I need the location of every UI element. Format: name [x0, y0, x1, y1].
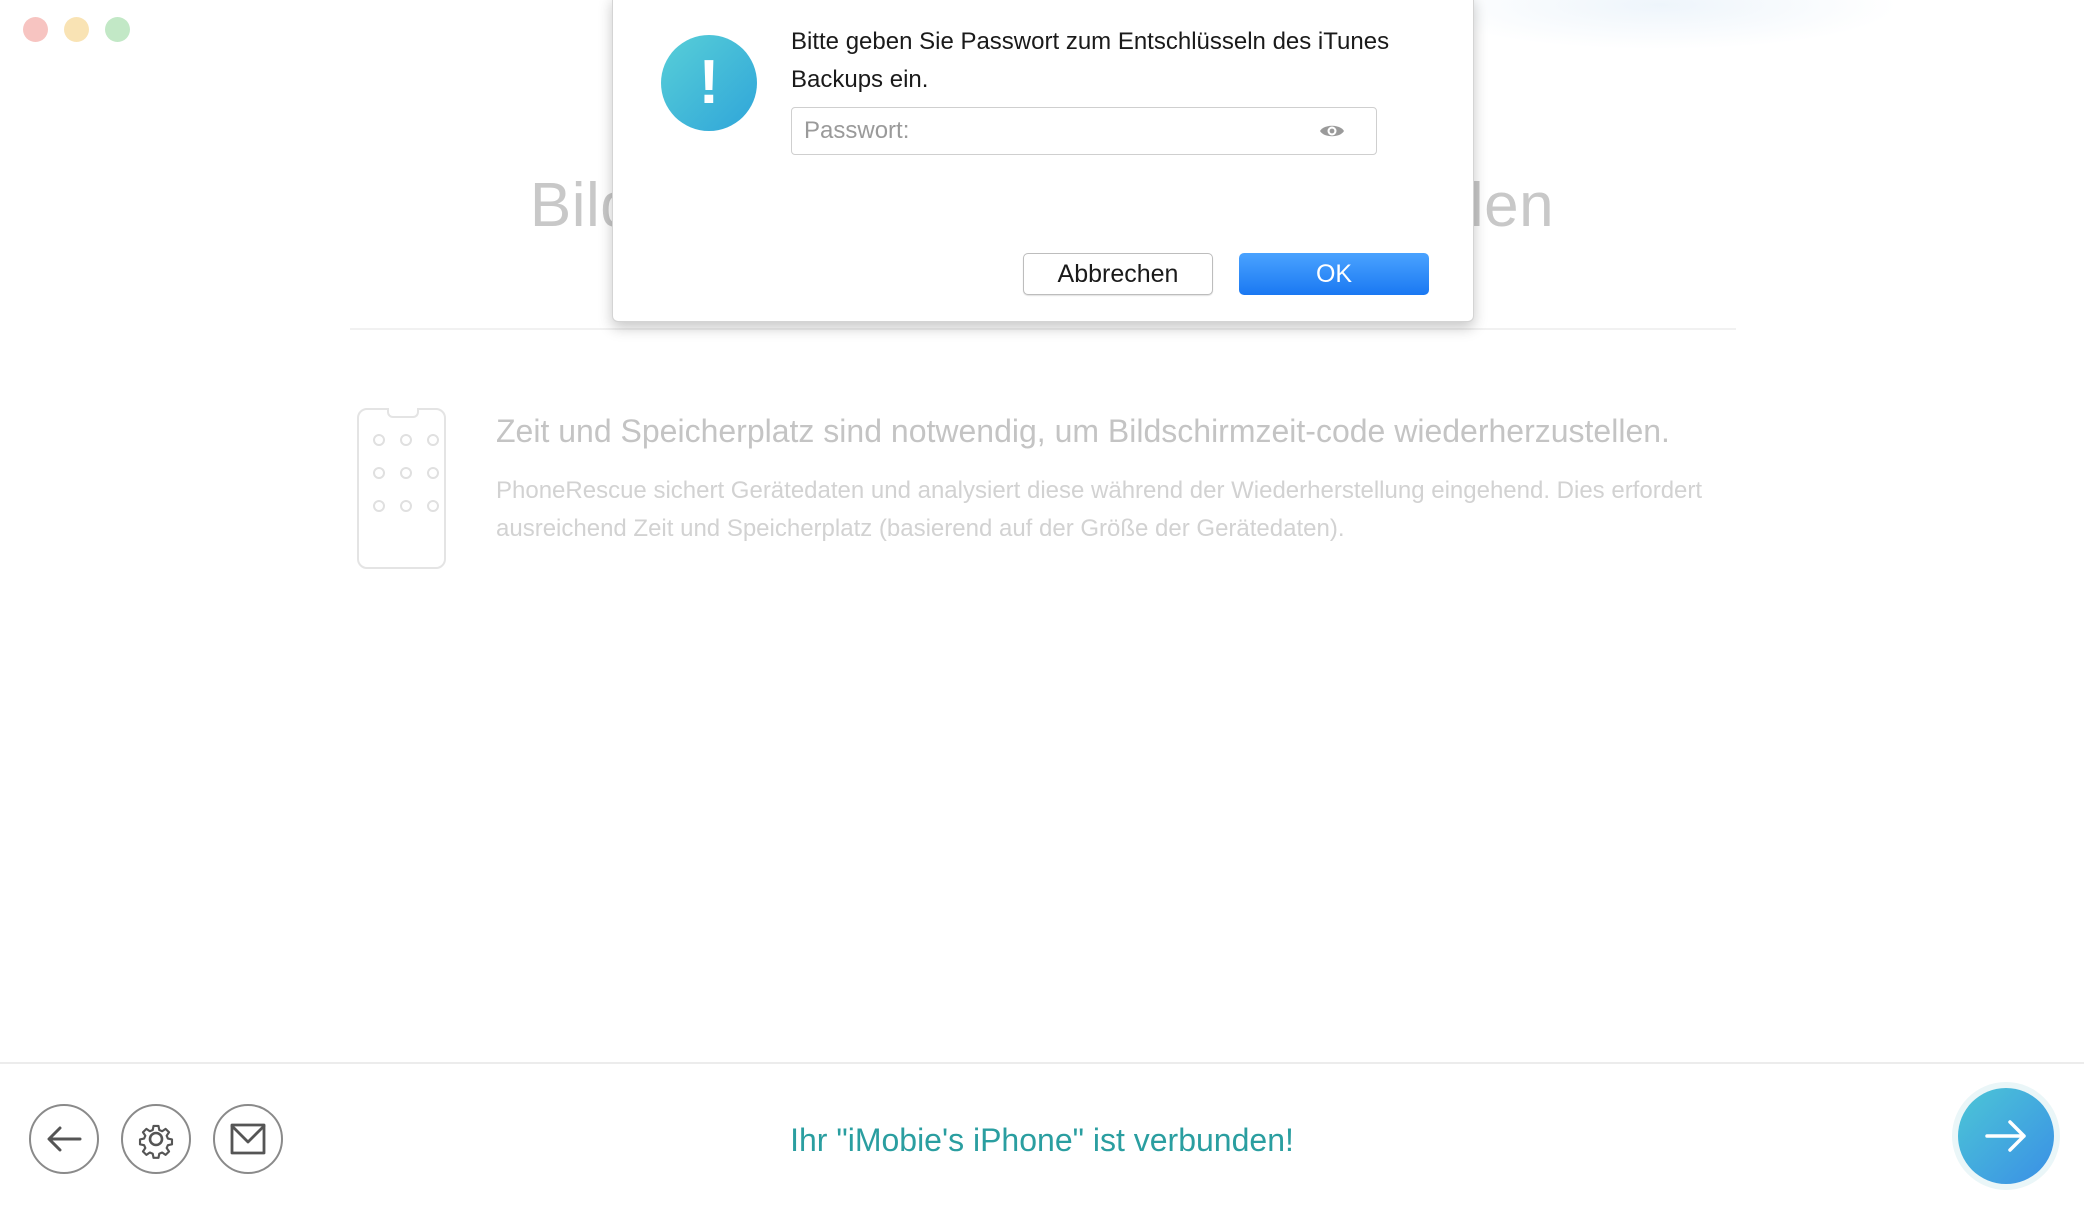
password-field[interactable]	[791, 107, 1377, 155]
footer-divider	[0, 1062, 2084, 1064]
arrow-right-icon	[1985, 1120, 2026, 1152]
info-description: PhoneRescue sichert Gerätedaten und anal…	[496, 477, 1703, 542]
info-title: Zeit und Speicherplatz sind notwendig, u…	[496, 413, 1670, 449]
connection-status: Ihr "iMobie's iPhone" ist verbunden!	[790, 1122, 1294, 1158]
password-input[interactable]	[792, 108, 1316, 154]
divider	[350, 328, 1736, 330]
close-window-button[interactable]	[23, 17, 48, 42]
ok-button[interactable]: OK	[1239, 253, 1429, 295]
minimize-window-button[interactable]	[64, 17, 89, 42]
zoom-window-button[interactable]	[105, 17, 130, 42]
next-button[interactable]	[1958, 1088, 2054, 1184]
decorative-glow	[1420, 0, 1900, 50]
dialog-message: Bitte geben Sie Passwort zum Entschlüsse…	[791, 28, 1390, 93]
window-controls	[23, 17, 130, 42]
cancel-button[interactable]: Abbrechen	[1023, 253, 1213, 295]
phone-illustration-icon	[357, 408, 446, 569]
exclamation-icon: !	[661, 35, 757, 131]
eye-icon[interactable]	[1318, 120, 1346, 142]
app-window: Bildschirmzeit-code wiederherstellen Zei…	[0, 0, 2084, 1211]
password-dialog: ! Bitte geben Sie Passwort zum Entschlüs…	[612, 0, 1474, 322]
